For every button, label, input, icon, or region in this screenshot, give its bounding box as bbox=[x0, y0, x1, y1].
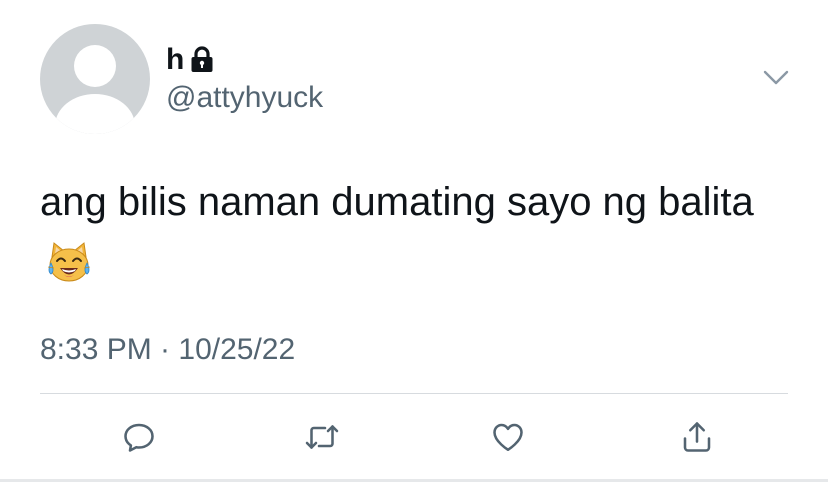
reply-button[interactable] bbox=[114, 412, 164, 462]
share-button[interactable] bbox=[672, 412, 722, 462]
avatar[interactable] bbox=[40, 24, 150, 134]
display-name[interactable]: h bbox=[166, 42, 214, 78]
retweet-icon bbox=[305, 425, 339, 449]
chevron-down-icon[interactable] bbox=[758, 62, 794, 94]
default-avatar-icon bbox=[55, 45, 135, 134]
share-icon bbox=[683, 422, 711, 452]
display-name-text: h bbox=[166, 43, 185, 76]
tweet-actions bbox=[0, 412, 828, 462]
lock-icon bbox=[190, 46, 214, 74]
retweet-button[interactable] bbox=[297, 412, 347, 462]
divider bbox=[40, 393, 788, 394]
tweet-text-content: ang bilis naman dumating sayo ng balita bbox=[40, 180, 754, 224]
cat-face-with-tears-of-joy-icon bbox=[46, 240, 92, 284]
like-icon bbox=[493, 423, 523, 452]
username[interactable]: @attyhyuck bbox=[166, 80, 323, 116]
like-button[interactable] bbox=[483, 412, 533, 462]
tweet-card: h @attyhyuck ang bilis naman dumating sa… bbox=[0, 0, 828, 482]
reply-icon bbox=[124, 423, 154, 452]
tweet-timestamp[interactable]: 8:33 PM · 10/25/22 bbox=[40, 330, 295, 370]
tweet-text: ang bilis naman dumating sayo ng balita bbox=[40, 170, 800, 298]
